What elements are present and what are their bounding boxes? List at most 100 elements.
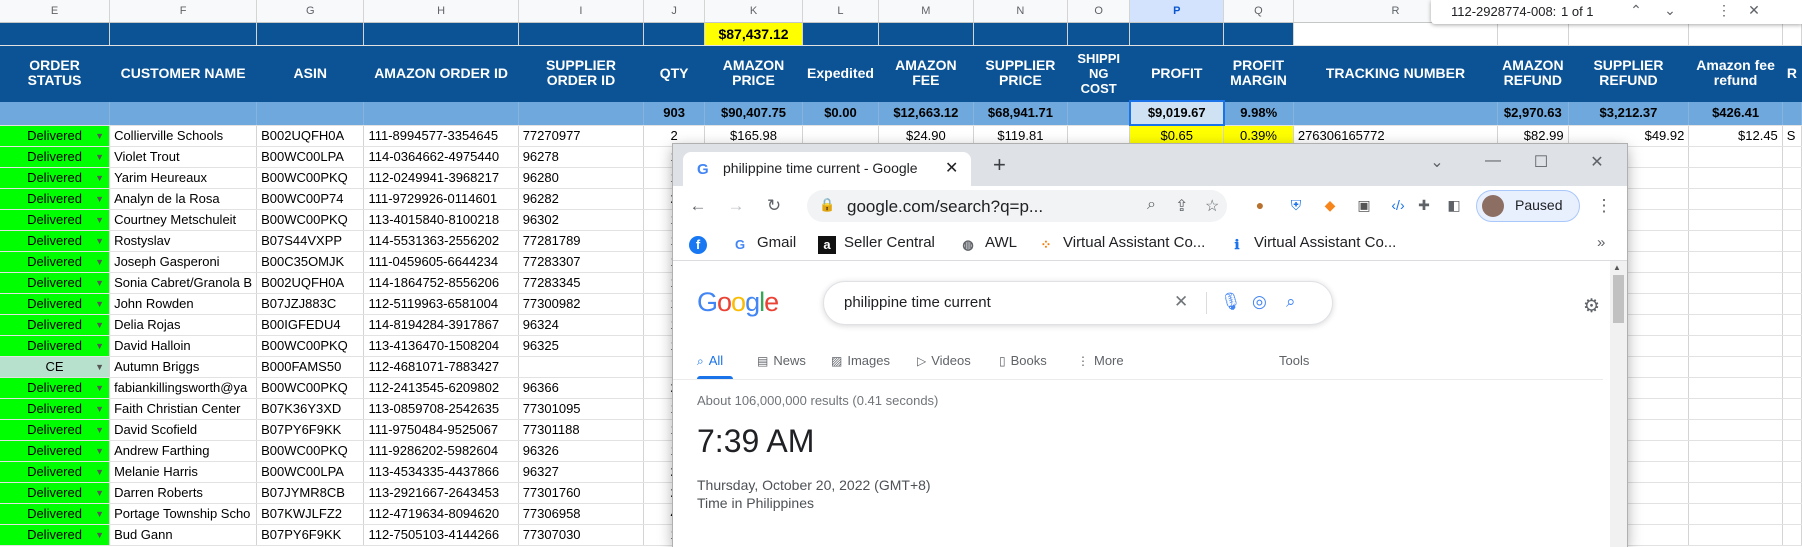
order-status-dropdown[interactable]: Delivered ▼ [0,440,111,462]
cell-feerefund[interactable] [1688,272,1783,294]
order-status-dropdown[interactable]: Delivered ▼ [0,482,111,504]
cell-order-id[interactable]: 111-0459605-6644234 [363,251,519,273]
cell-feerefund[interactable] [1688,293,1783,315]
column-header[interactable]: CUSTOMER NAME [109,45,258,102]
order-status-dropdown[interactable]: Delivered ▼ [0,335,111,357]
cell-order-id[interactable]: 113-2921667-2643453 [363,482,519,504]
order-status-dropdown[interactable]: Delivered ▼ [0,461,111,483]
cell-supplier-id[interactable]: 77301760 [518,482,645,504]
scrollbar[interactable]: ▲ [1610,261,1627,547]
cell-supplier-id[interactable]: 77270977 [518,125,645,147]
order-status-dropdown[interactable]: Delivered ▼ [0,314,111,336]
tab-images[interactable]: ▨ Images [831,353,890,368]
cell-order-id[interactable]: 114-5531363-2556202 [363,230,519,252]
cell-order-id[interactable]: 111-9729926-0114601 [363,188,519,210]
order-status-dropdown[interactable]: Delivered ▼ [0,524,111,546]
find-next-icon[interactable]: ⌄ [1659,2,1681,19]
cell-r[interactable] [1782,146,1802,168]
cell-order-id[interactable]: 114-8194284-3917867 [363,314,519,336]
chevron-down-icon[interactable]: ▼ [95,504,104,524]
order-status-dropdown[interactable]: Delivered ▼ [0,188,111,210]
banner-cell[interactable] [1782,22,1802,46]
cell-customer[interactable]: Andrew Farthing [109,440,258,462]
banner-cell[interactable] [1497,22,1569,46]
cell-order-id[interactable]: 111-9286202-5982604 [363,440,519,462]
cell-supplier-id[interactable] [518,356,645,378]
banner-cell[interactable] [1568,22,1690,46]
chevron-down-icon[interactable]: ▼ [95,168,104,188]
find-prev-icon[interactable]: ⌃ [1625,2,1647,19]
cell-customer[interactable]: Darren Roberts [109,482,258,504]
banner-cell[interactable] [802,22,879,46]
cell-supplier-id[interactable]: 77283345 [518,272,645,294]
cell-asin[interactable]: B002UQFH0A [256,125,365,147]
totals-cell[interactable]: $12,663.12 [878,101,974,126]
cell-feerefund[interactable] [1688,482,1783,504]
cell-supplier-id[interactable]: 77301188 [518,419,645,441]
order-status-dropdown[interactable]: Delivered ▼ [0,419,111,441]
cell-feerefund[interactable]: $12.45 [1688,125,1783,147]
forward-icon[interactable]: → [725,196,747,216]
chevron-down-icon[interactable]: ▼ [95,147,104,167]
cell-supplier-id[interactable]: 96324 [518,314,645,336]
chevron-down-icon[interactable]: ▼ [95,357,104,377]
cell-customer[interactable]: David Halloin [109,335,258,357]
banner-cell[interactable] [643,22,706,46]
cell-order-id[interactable]: 113-4534335-4437866 [363,461,519,483]
minimize-icon[interactable]: — [1481,152,1505,170]
cell-r[interactable]: S [1782,125,1802,147]
cell-customer[interactable]: Melanie Harris [109,461,258,483]
cell-feerefund[interactable] [1688,188,1783,210]
order-status-dropdown[interactable]: CE ▼ [0,356,111,378]
cell-feerefund[interactable] [1688,209,1783,231]
cell-customer[interactable]: David Scofield [109,419,258,441]
banner-cell[interactable] [363,22,519,46]
cell-customer[interactable]: Collierville Schools [109,125,258,147]
cell-feerefund[interactable] [1688,419,1783,441]
profile-button[interactable]: Paused [1476,190,1580,222]
totals-cell[interactable]: $3,212.37 [1568,101,1690,126]
cell-supplier-id[interactable]: 96282 [518,188,645,210]
column-header[interactable]: AMAZON FEE [878,45,974,102]
cell-asin[interactable]: B00WC00P74 [256,188,365,210]
cell-r[interactable] [1782,188,1802,210]
cell-customer[interactable]: Courtney Metschuleit [109,209,258,231]
chevron-down-icon[interactable]: ▼ [95,399,104,419]
cell-customer[interactable]: Portage Township Scho [109,503,258,525]
column-header[interactable]: SUPPLIER PRICE [973,45,1069,102]
totals-cell[interactable]: $68,941.71 [973,101,1069,126]
cell-supplier-id[interactable]: 96325 [518,335,645,357]
cell-r[interactable] [1782,356,1802,378]
tab-videos[interactable]: ▷ Videos [917,353,971,368]
column-header[interactable]: PROFIT MARGIN [1223,45,1294,102]
chevron-down-icon[interactable]: ▼ [95,336,104,356]
banner-cell[interactable] [1067,22,1131,46]
cell-feerefund[interactable] [1688,440,1783,462]
cell-r[interactable] [1782,398,1802,420]
cell-asin[interactable]: B07S44VXPP [256,230,365,252]
search-box[interactable]: philippine time current ✕ 🎙 ◎ ⌕ [823,281,1333,325]
scroll-thumb[interactable] [1613,275,1624,323]
cell-order-id[interactable]: 112-7505103-4144266 [363,524,519,546]
cell-r[interactable] [1782,503,1802,525]
banner-total-cell[interactable]: $87,437.12 [704,22,804,46]
cell-order-id[interactable]: 113-4015840-8100218 [363,209,519,231]
cell-order-id[interactable]: 112-0249941-3968217 [363,167,519,189]
cell-customer[interactable]: Rostyslav [109,230,258,252]
extension-off-icon[interactable]: ▣ [1354,195,1374,215]
chevron-down-icon[interactable]: ▼ [95,483,104,503]
lock-icon[interactable]: 🔒 [819,197,835,213]
new-tab-icon[interactable]: + [993,152,1006,178]
cell-order-id[interactable]: 111-8994577-3354645 [363,125,519,147]
cell-asin[interactable]: B00IGFEDU4 [256,314,365,336]
banner-cell[interactable] [878,22,974,46]
banner-cell[interactable] [1129,22,1225,46]
banner-cell[interactable] [256,22,365,46]
tab-books[interactable]: ▯ Books [999,353,1047,368]
cell-customer[interactable]: Bud Gann [109,524,258,546]
totals-cell[interactable]: $426.41 [1688,101,1783,126]
chevron-down-icon[interactable]: ▼ [95,441,104,461]
cell-supplier-id[interactable]: 77300982 [518,293,645,315]
devtools-extension-icon[interactable]: ‹/› [1388,195,1408,215]
tab-search-icon[interactable]: ⌄ [1425,152,1449,172]
